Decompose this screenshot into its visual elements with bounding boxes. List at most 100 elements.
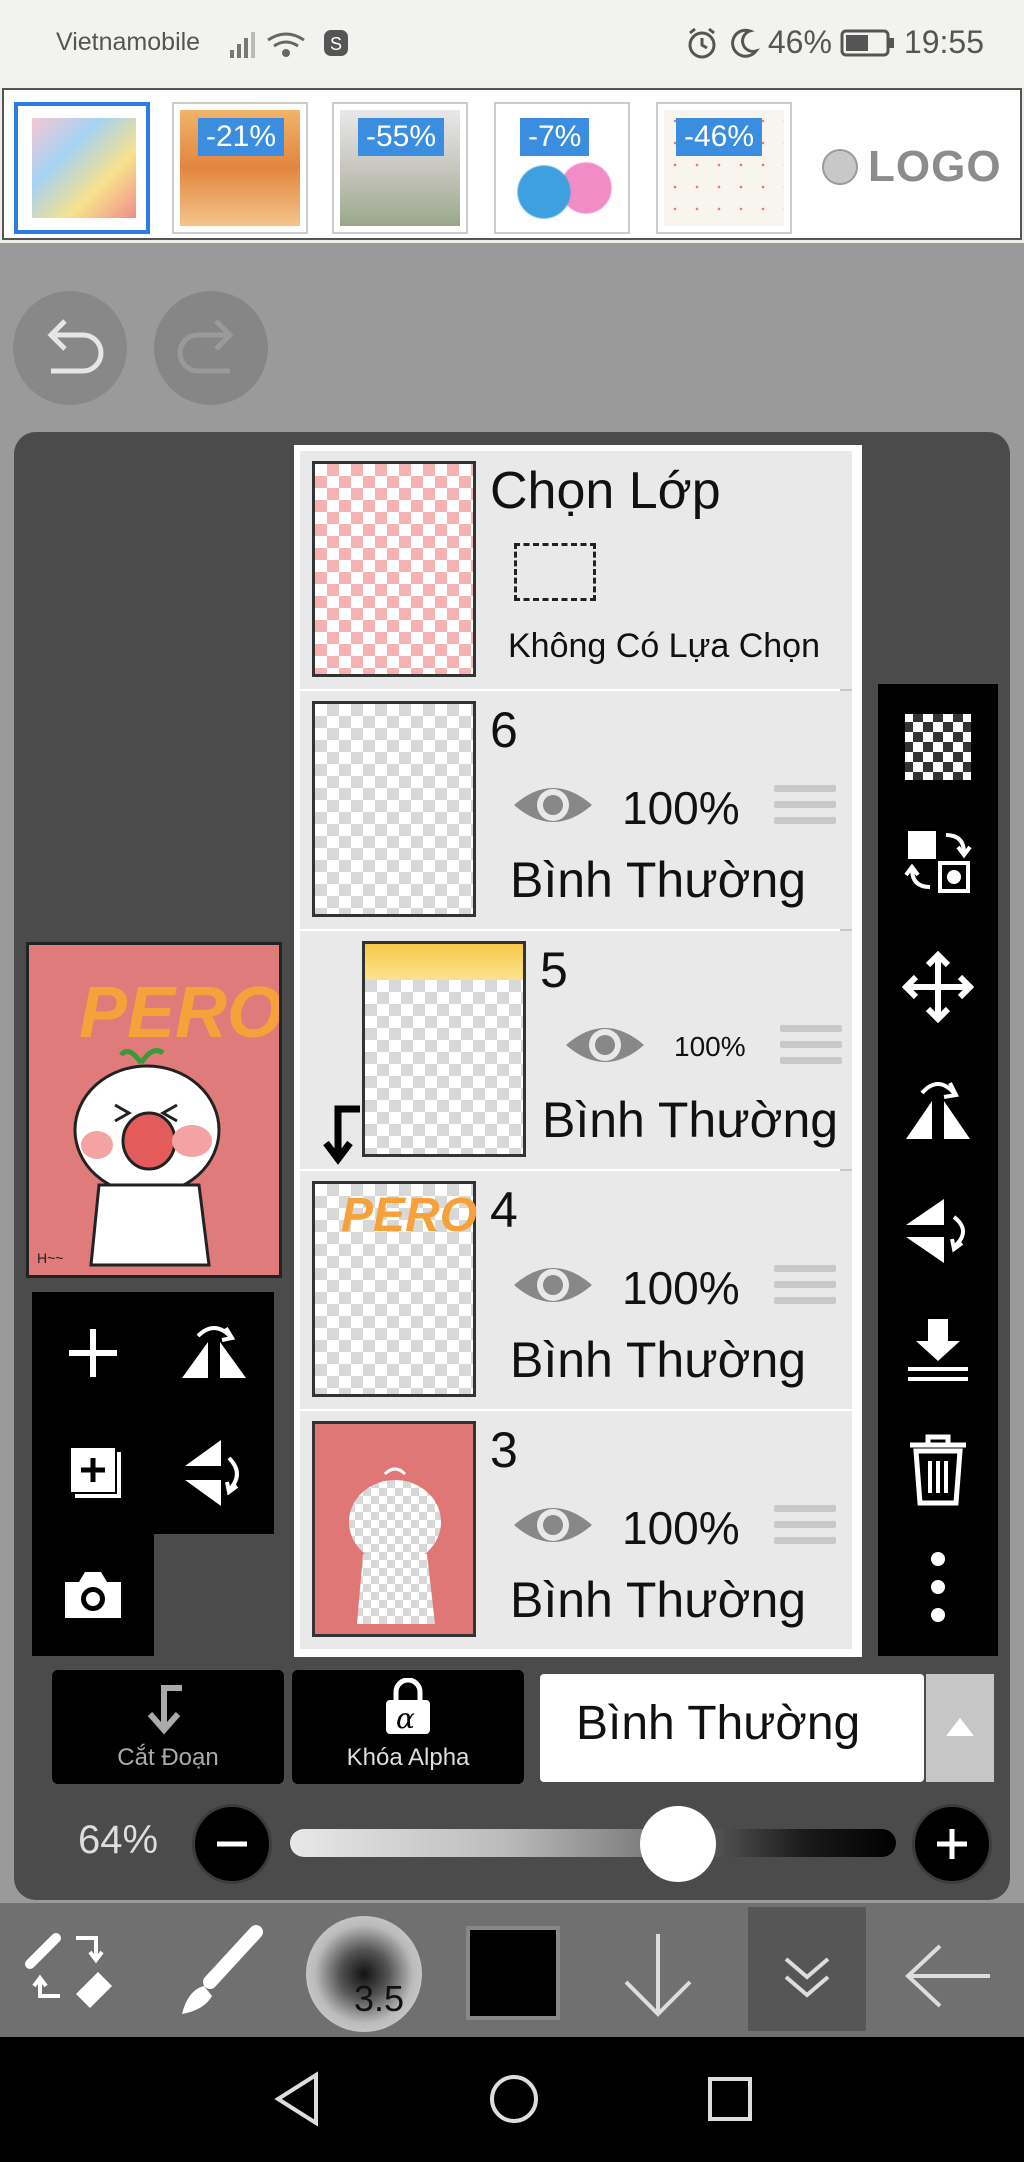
add-layer-button[interactable] xyxy=(32,1292,154,1414)
delete-layer-button[interactable] xyxy=(878,1414,998,1524)
layer-row[interactable]: PERO 4 100% Bình Thường xyxy=(300,1171,852,1409)
clip-label: Cắt Đoạn xyxy=(117,1744,219,1771)
ad-banner-inner: -21% -55% -7% -46% LOGO xyxy=(2,88,1022,240)
arrow-down-icon[interactable] xyxy=(616,1930,700,2020)
discount-badge: -21% xyxy=(198,118,285,156)
plus-icon xyxy=(69,1329,117,1377)
redo-button[interactable] xyxy=(154,291,268,405)
layer-opacity: 100% xyxy=(622,782,740,834)
svg-text:H~~: H~~ xyxy=(37,1250,63,1266)
status-bar: Vietnamobile S 46% 19:55 xyxy=(0,0,1024,88)
ad-logo[interactable]: LOGO xyxy=(822,142,1002,192)
clip-arrow-icon xyxy=(147,1685,182,1735)
add-copy-layer-button[interactable] xyxy=(32,1414,154,1534)
merge-down-button[interactable] xyxy=(878,1296,998,1406)
layer-row[interactable]: 6 100% Bình Thường xyxy=(300,691,852,929)
camera-icon xyxy=(65,1572,121,1618)
selection-thumbnail xyxy=(312,461,476,677)
merge-down-icon xyxy=(908,1319,968,1381)
discount-badge: -7% xyxy=(520,118,590,156)
move-layer-button[interactable] xyxy=(878,932,998,1042)
alpha-lock-label: Khóa Alpha xyxy=(346,1744,470,1771)
flip-vertical-button[interactable] xyxy=(154,1414,274,1534)
back-arrow-icon[interactable] xyxy=(900,1940,996,2012)
visibility-eye-icon[interactable] xyxy=(510,1257,596,1313)
layer-thumbnail xyxy=(312,701,476,917)
ad-item[interactable] xyxy=(14,102,150,234)
swap-layer-button[interactable] xyxy=(878,806,998,916)
opacity-decrease-button[interactable] xyxy=(192,1804,272,1884)
new-transparent-layer-button[interactable] xyxy=(878,692,998,802)
layers-toggle-button[interactable] xyxy=(748,1907,866,2031)
alpha-lock-button[interactable]: α Khóa Alpha xyxy=(292,1670,524,1784)
nav-home-icon[interactable] xyxy=(484,2069,544,2129)
flip-layer-horizontal-button[interactable] xyxy=(878,1054,998,1164)
layer-opacity: 100% xyxy=(622,1262,740,1314)
layer-blend-mode: Bình Thường xyxy=(510,1572,807,1628)
opacity-slider[interactable] xyxy=(290,1829,896,1857)
clip-button[interactable]: Cắt Đoạn xyxy=(52,1670,284,1784)
svg-text:S: S xyxy=(330,34,342,54)
layer-name: 3 xyxy=(490,1422,518,1478)
visibility-eye-icon[interactable] xyxy=(562,1017,648,1073)
layer-name: 4 xyxy=(490,1182,518,1238)
ad-item[interactable]: -55% xyxy=(332,102,468,234)
discount-badge: -46% xyxy=(676,118,763,156)
layer-opacity: 100% xyxy=(622,1502,740,1554)
brush-size-value: 3.5 xyxy=(354,1978,405,2019)
pero-title: PERO xyxy=(79,973,282,1053)
flip-vertical-icon xyxy=(906,1199,965,1263)
clock: 19:55 xyxy=(903,24,984,60)
ad-banner[interactable]: -21% -55% -7% -46% LOGO xyxy=(0,88,1024,243)
ad-item[interactable]: -7% xyxy=(494,102,630,234)
more-options-button[interactable] xyxy=(878,1532,998,1642)
right-toolbar xyxy=(878,684,998,1656)
more-vertical-icon xyxy=(931,1552,945,1622)
drag-handle-icon[interactable] xyxy=(780,1025,842,1073)
ad-image xyxy=(32,118,136,218)
layer-row[interactable]: 3 100% Bình Thường xyxy=(300,1411,852,1649)
logo-text: LOGO xyxy=(868,142,1002,191)
thumbnail-yellow-strip xyxy=(365,944,523,980)
brush-icon[interactable] xyxy=(168,1924,268,2024)
opacity-slider-knob[interactable] xyxy=(639,1806,716,1882)
add-copy-icon xyxy=(71,1448,121,1498)
ad-item[interactable]: -46% xyxy=(656,102,792,234)
opacity-increase-button[interactable] xyxy=(912,1804,992,1884)
camera-button[interactable] xyxy=(32,1534,154,1656)
plus-icon xyxy=(937,1829,967,1859)
system-navigation-bar xyxy=(0,2037,1024,2162)
color-picker-button[interactable] xyxy=(466,1926,560,2020)
drag-handle-icon[interactable] xyxy=(774,785,836,833)
layers-list[interactable]: Chọn Lớp Không Có Lựa Chọn 6 100% Bình T… xyxy=(294,445,862,1657)
selection-layer[interactable]: Chọn Lớp Không Có Lựa Chọn xyxy=(300,451,852,689)
alpha-lock-icon: α xyxy=(386,1678,430,1735)
nav-back-icon[interactable] xyxy=(270,2069,326,2129)
blend-mode-dropdown-button[interactable] xyxy=(926,1674,994,1782)
blend-mode-select[interactable]: Bình Thường xyxy=(540,1674,924,1782)
trash-icon xyxy=(910,1434,966,1506)
selection-layer-title: Chọn Lớp xyxy=(490,462,721,520)
layer-row[interactable]: 5 100% Bình Thường xyxy=(300,931,852,1169)
flip-horizontal-button[interactable] xyxy=(154,1292,274,1414)
flip-layer-vertical-button[interactable] xyxy=(878,1176,998,1286)
undo-icon xyxy=(47,319,104,374)
flip-horizontal-icon xyxy=(182,1326,246,1378)
undo-button[interactable] xyxy=(13,291,127,405)
left-toolbar xyxy=(32,1292,274,1656)
thumbnail-pero-text: PERO xyxy=(341,1189,478,1242)
nav-recents-icon[interactable] xyxy=(700,2069,760,2129)
battery-icon xyxy=(840,29,894,56)
visibility-eye-icon[interactable] xyxy=(510,1497,596,1553)
visibility-eye-icon[interactable] xyxy=(510,777,596,833)
moon-icon xyxy=(730,28,760,58)
ad-item[interactable]: -21% xyxy=(172,102,308,234)
drag-handle-icon[interactable] xyxy=(774,1265,836,1313)
brush-size-button[interactable]: 3.5 xyxy=(306,1916,422,2032)
battery-percent: 46% xyxy=(767,24,832,60)
layer-blend-mode: Bình Thường xyxy=(510,1332,807,1388)
canvas-preview[interactable]: PERO H~~ xyxy=(26,942,282,1278)
brush-eraser-swap-icon[interactable] xyxy=(20,1924,120,2024)
layer-opacity: 100% xyxy=(674,1031,746,1062)
drag-handle-icon[interactable] xyxy=(774,1505,836,1553)
